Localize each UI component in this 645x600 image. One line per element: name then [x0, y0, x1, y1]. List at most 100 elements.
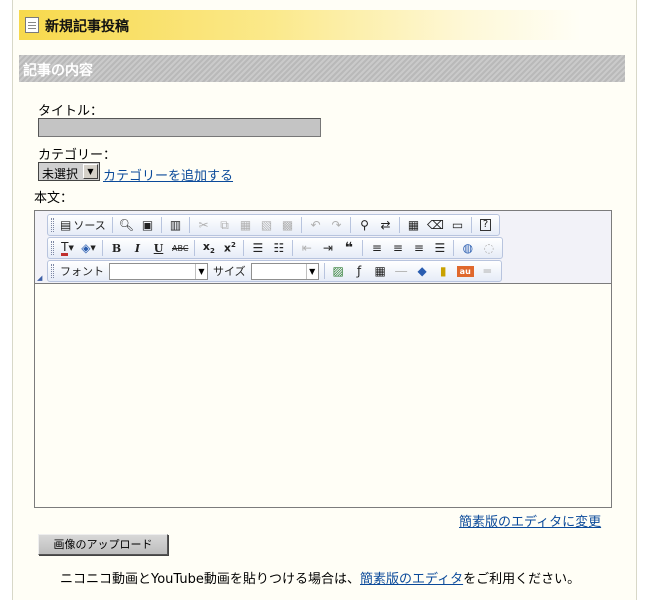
switch-to-simple-editor-link[interactable]: 簡素版のエディタに変更 — [459, 511, 601, 530]
strikethrough-icon: ABC — [172, 243, 189, 253]
special-char-button[interactable]: ◆ — [413, 262, 432, 280]
text-color-icon: T — [61, 239, 69, 256]
font-label: フォント — [60, 265, 104, 278]
link-button[interactable]: ◍ — [458, 239, 477, 257]
outdent-icon: ⇤ — [301, 241, 312, 255]
image-upload-button[interactable]: 画像のアップロード — [38, 534, 168, 555]
find-icon: ⚲ — [360, 218, 369, 232]
select-all-icon: ▦ — [407, 218, 420, 232]
align-center-icon: ≡ — [392, 241, 403, 255]
paste-icon: ▦ — [239, 218, 252, 232]
paste-button[interactable]: ▦ — [236, 216, 255, 234]
collapse-toolbar-icon[interactable]: ◢ — [37, 274, 42, 282]
source-button-label: ソース — [73, 219, 106, 232]
title-input[interactable] — [38, 118, 321, 137]
find-button[interactable]: ⚲ — [355, 216, 374, 234]
preview-button[interactable]: 🔍︎ — [117, 216, 136, 234]
blockquote-button[interactable]: ❝ — [339, 239, 358, 257]
paste-text-button[interactable]: ▧ — [257, 216, 276, 234]
unlink-button[interactable]: ◌ — [479, 239, 498, 257]
align-left-button[interactable]: ≡ — [367, 239, 386, 257]
indent-button[interactable]: ⇥ — [318, 239, 337, 257]
chevron-down-icon[interactable]: ▼ — [195, 263, 207, 279]
indent-icon: ⇥ — [322, 241, 333, 255]
horizontal-rule-button[interactable]: ― — [392, 262, 411, 280]
align-center-button[interactable]: ≡ — [388, 239, 407, 257]
toolbar-separator — [362, 240, 364, 256]
about-button[interactable]: ? — [476, 216, 495, 234]
toolbar-separator — [102, 240, 103, 256]
replace-button[interactable]: ⇄ — [376, 216, 395, 234]
body-label: 本文： — [34, 191, 74, 206]
eraser-icon: ⌫ — [427, 218, 444, 232]
horizontal-rule-icon: ― — [395, 264, 408, 278]
cut-button[interactable]: ✂ — [194, 216, 213, 234]
copy-button[interactable]: ⧉ — [215, 216, 234, 234]
au-button[interactable]: au — [455, 262, 476, 280]
size-select[interactable]: ▼ — [250, 262, 319, 280]
toolbar-separator — [350, 217, 352, 233]
unordered-list-icon: ☷ — [273, 241, 285, 255]
superscript-button[interactable]: x2 — [220, 239, 239, 257]
source-button[interactable]: ▤ ソース — [58, 216, 108, 234]
remove-format-button[interactable]: ⌫ — [425, 216, 446, 234]
simple-editor-link[interactable]: 簡素版のエディタ — [360, 572, 463, 587]
image-button[interactable]: ▨ — [329, 262, 348, 280]
page-break-button[interactable]: ▮ — [434, 262, 453, 280]
paste-text-icon: ▧ — [260, 218, 273, 232]
toolbar-grip-icon[interactable] — [51, 264, 54, 278]
bold-button[interactable]: B — [107, 239, 126, 257]
align-justify-button[interactable]: ☰ — [430, 239, 449, 257]
category-label: カテゴリー： — [38, 148, 117, 163]
font-select[interactable]: ▼ — [109, 262, 208, 280]
ordered-list-button[interactable]: ☰ — [248, 239, 267, 257]
category-selected-value: 未選択 — [42, 167, 79, 181]
unordered-list-button[interactable]: ☷ — [269, 239, 288, 257]
fit-window-button[interactable]: ▭ — [448, 216, 467, 234]
section-header: 記事の内容 — [19, 55, 625, 82]
flash-button[interactable]: ƒ — [350, 262, 369, 280]
select-all-button[interactable]: ▦ — [404, 216, 423, 234]
redo-button[interactable]: ↷ — [327, 216, 346, 234]
source-icon: ▤ — [60, 218, 72, 232]
table-button[interactable]: ▦ — [371, 262, 390, 280]
outdent-button[interactable]: ⇤ — [297, 239, 316, 257]
image-icon: ▨ — [332, 264, 344, 278]
video-embed-note: ニコニコ動画とYouTube動画を貼りつける場合は、簡素版のエディタをご利用くだ… — [60, 568, 580, 587]
add-category-link[interactable]: カテゴリーを追加する — [103, 165, 233, 184]
align-left-icon: ≡ — [371, 241, 382, 255]
italic-button[interactable]: I — [128, 239, 147, 257]
align-justify-icon: ☰ — [434, 241, 446, 255]
bg-color-button[interactable]: ◈ ▼ — [79, 239, 98, 257]
ordered-list-icon: ☰ — [252, 241, 264, 255]
chevron-down-icon[interactable]: ▼ — [83, 164, 98, 179]
strike-button[interactable]: ABC — [170, 239, 190, 257]
undo-button[interactable]: ↶ — [306, 216, 325, 234]
toolbar-grip-icon[interactable] — [51, 218, 54, 232]
toolbar-separator — [471, 217, 472, 233]
category-select[interactable]: 未選択 ▼ — [38, 162, 100, 181]
save-button[interactable]: ▣ — [138, 216, 157, 234]
au-icon: au — [456, 265, 474, 277]
toolbar-grip-icon[interactable] — [51, 241, 54, 255]
size-label: サイズ — [213, 265, 246, 278]
toolbar-row-2: T ▼ ◈ ▼ B I U ABC x2 x2 ☰ ☷ ⇤ ⇥ ❝ ≡ ≡ ≡ … — [47, 237, 504, 259]
toolbar-separator — [194, 240, 196, 256]
note-prefix: ニコニコ動画とYouTube動画を貼りつける場合は、 — [60, 572, 360, 587]
align-right-icon: ≡ — [413, 241, 424, 255]
page-title-bar: 新規記事投稿 — [19, 10, 581, 40]
chevron-down-icon[interactable]: ▼ — [305, 263, 318, 279]
paste-word-icon: ▩ — [281, 218, 294, 232]
editor-content-area[interactable] — [35, 285, 611, 507]
bold-icon: B — [111, 241, 122, 255]
more-button[interactable]: ═ — [478, 262, 497, 280]
subscript-button[interactable]: x2 — [199, 239, 218, 257]
paste-word-button[interactable]: ▩ — [278, 216, 297, 234]
templates-button[interactable]: ▥ — [166, 216, 185, 234]
text-color-button[interactable]: T ▼ — [58, 239, 77, 257]
align-right-button[interactable]: ≡ — [409, 239, 428, 257]
maximize-icon: ▭ — [451, 218, 464, 232]
underline-button[interactable]: U — [149, 239, 168, 257]
replace-icon: ⇄ — [380, 218, 391, 232]
page-break-icon: ▮ — [439, 264, 447, 278]
